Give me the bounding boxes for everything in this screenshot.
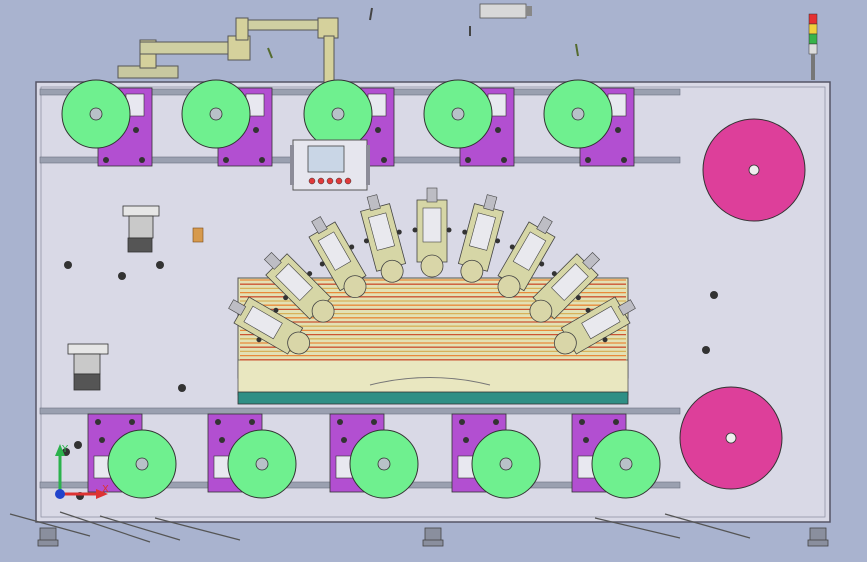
fastener-hole <box>702 346 710 354</box>
roll-hub <box>451 107 465 121</box>
hmi-button-2[interactable] <box>317 177 325 185</box>
bolt <box>371 419 377 425</box>
large-reel-1 <box>702 118 806 222</box>
signal-light-1 <box>808 13 818 25</box>
hmi-screen[interactable] <box>307 145 345 173</box>
bolt <box>583 437 589 443</box>
bolt <box>219 437 225 443</box>
bolt <box>223 157 229 163</box>
bolt <box>129 419 135 425</box>
hmi-panel[interactable] <box>290 139 370 191</box>
roll-hub <box>209 107 223 121</box>
bolt <box>585 157 591 163</box>
bolt <box>501 157 507 163</box>
bolt <box>495 127 501 133</box>
bolt <box>381 157 387 163</box>
head-bolt <box>446 227 452 233</box>
roll-hub <box>499 457 513 471</box>
bolt <box>95 419 101 425</box>
signal-light-4 <box>808 43 818 55</box>
bolt <box>463 437 469 443</box>
bolt <box>493 419 499 425</box>
bolt <box>465 157 471 163</box>
axis-y-label: Y <box>61 444 69 455</box>
fastener-hole <box>74 441 82 449</box>
reel-hub <box>748 164 760 176</box>
machine-feet <box>37 527 829 547</box>
fastener-hole <box>178 384 186 392</box>
axis-x-label: X <box>102 484 109 495</box>
roll-hub <box>89 107 103 121</box>
bolt <box>621 157 627 163</box>
bolt <box>253 127 259 133</box>
bolt <box>103 157 109 163</box>
bolt <box>375 127 381 133</box>
small-part <box>192 227 204 243</box>
bolt <box>459 419 465 425</box>
bolt <box>99 437 105 443</box>
fastener-hole <box>156 261 164 269</box>
roll-hub <box>377 457 391 471</box>
hmi-button-5[interactable] <box>344 177 352 185</box>
hmi-button-4[interactable] <box>335 177 343 185</box>
machine-assembly-view: Y X <box>9 3 831 547</box>
bolt <box>215 419 221 425</box>
loose-parts <box>267 3 579 59</box>
bolt <box>615 127 621 133</box>
bolt <box>613 419 619 425</box>
head-bolt <box>412 227 418 233</box>
head-cylinder <box>422 207 442 243</box>
fastener-hole <box>118 272 126 280</box>
roll-hub <box>255 457 269 471</box>
head-actuator <box>426 187 438 203</box>
bolt <box>259 157 265 163</box>
hmi-button-1[interactable] <box>308 177 316 185</box>
bolt <box>249 419 255 425</box>
signal-tower <box>808 13 818 80</box>
bolt <box>139 157 145 163</box>
roll-hub <box>135 457 149 471</box>
bolt <box>133 127 139 133</box>
roll-hub <box>571 107 585 121</box>
bolt <box>579 419 585 425</box>
large-reel-2 <box>679 386 783 490</box>
signal-light-2 <box>808 23 818 35</box>
bolt <box>341 437 347 443</box>
roll-hub <box>331 107 345 121</box>
fastener-hole <box>710 291 718 299</box>
hmi-button-3[interactable] <box>326 177 334 185</box>
roll-hub <box>619 457 633 471</box>
head-roller <box>420 254 444 278</box>
fastener-hole <box>64 261 72 269</box>
reel-hub <box>725 432 737 444</box>
signal-light-3 <box>808 33 818 45</box>
bolt <box>337 419 343 425</box>
